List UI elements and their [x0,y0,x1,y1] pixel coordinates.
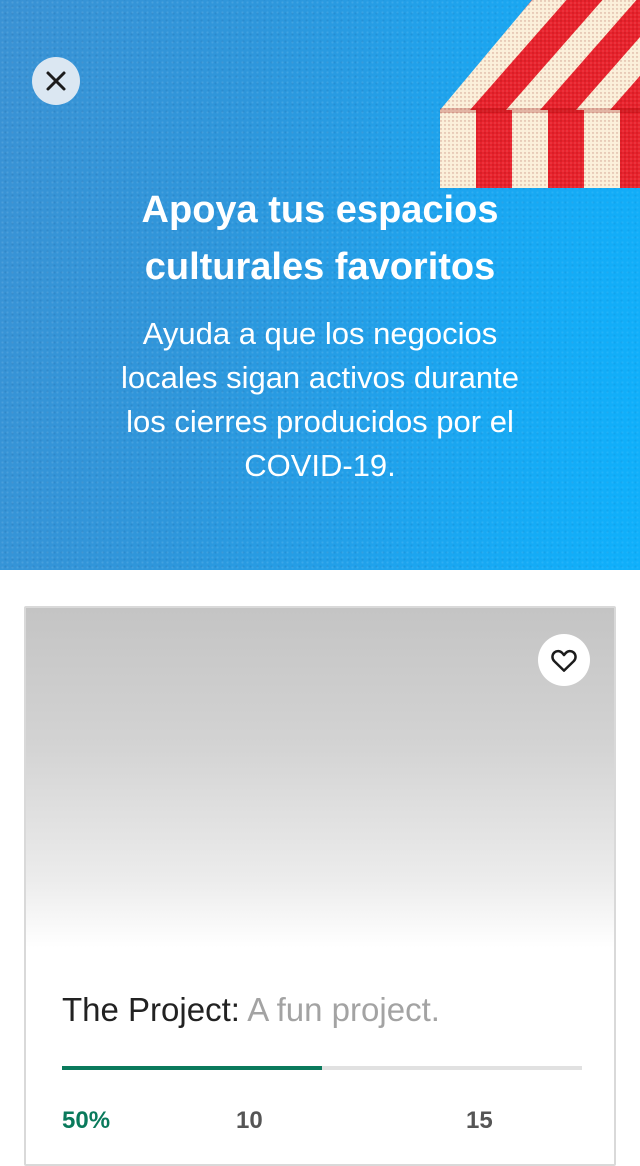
hero-title: Apoya tus espacios culturales favoritos [0,182,640,296]
project-image-placeholder[interactable] [26,608,614,948]
close-button[interactable] [32,57,80,105]
hero-subtitle: Ayuda a que los negocios locales sigan a… [70,312,570,488]
funding-progress-bar [62,1066,582,1070]
hero-title-line: Apoya tus espacios [141,189,499,231]
project-card[interactable]: The Project: A fun project. 50% 10 15 [24,606,616,1166]
stat-value: 10 [236,1107,263,1134]
percent-funded: 50% [62,1107,111,1134]
stat-value: 15 [466,1107,493,1134]
close-icon [46,71,66,91]
hero-title-line: culturales favoritos [144,246,496,288]
project-blurb: A fun project. [247,991,440,1028]
hero-subtitle-line: locales sigan activos durante [120,360,520,395]
hero-subtitle-line: Ayuda a que los negocios [142,316,498,351]
hero-subtitle-line: los cierres producidos por el [126,404,514,439]
hero-subtitle-line: COVID-19. [244,448,396,483]
awning-illustration [440,0,640,188]
favorite-button[interactable] [538,634,590,686]
heart-outline-icon [551,649,577,672]
hero-banner: Apoya tus espacios culturales favoritos … [0,0,640,570]
project-title[interactable]: The Project: A fun project. [62,988,440,1032]
project-name: The Project: [62,991,240,1028]
funding-progress-fill [62,1066,322,1070]
